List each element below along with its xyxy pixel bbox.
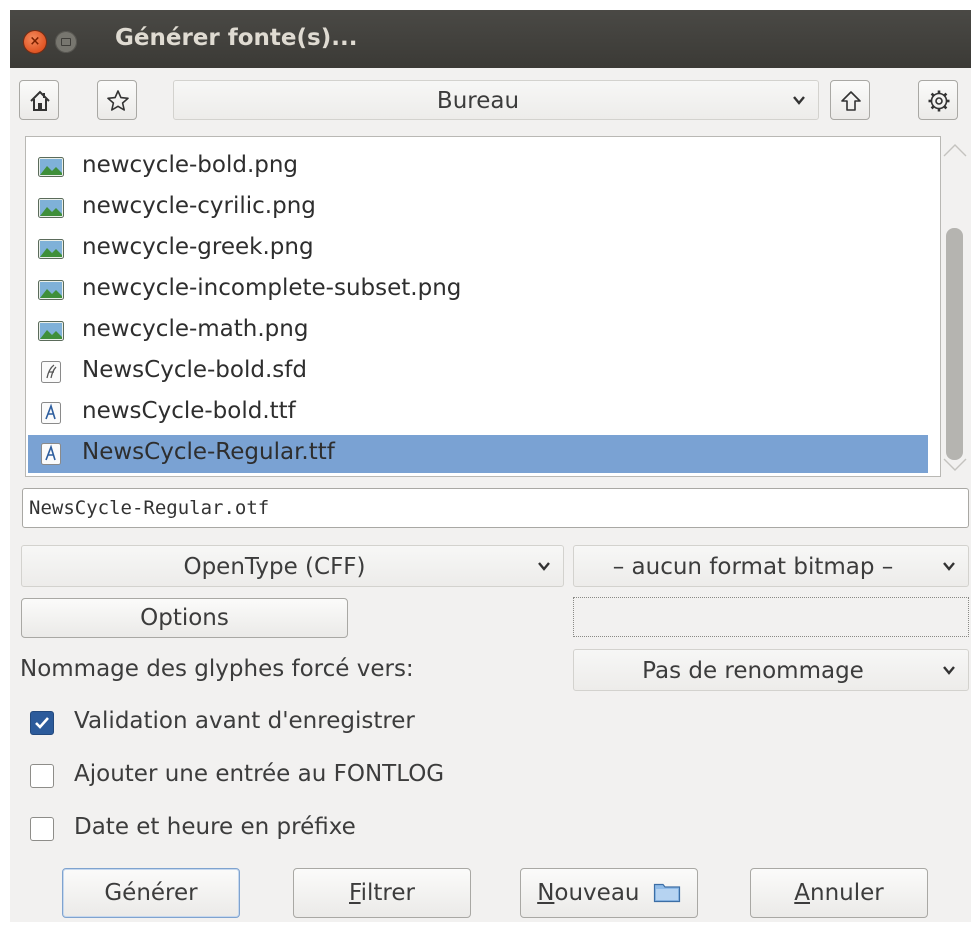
close-icon: × <box>29 34 41 49</box>
list-item[interactable]: newcycle-incomplete-subset.png <box>28 271 928 309</box>
checkmark-icon <box>35 717 49 729</box>
chevron-down-icon <box>943 666 955 675</box>
glyph-naming-value: Pas de renommage <box>642 658 864 684</box>
options-button[interactable]: Options <box>21 598 348 638</box>
title-bar: × Générer fonte(s)... <box>10 10 971 68</box>
arrow-up-icon <box>841 91 861 111</box>
scroll-down-arrow-icon[interactable] <box>941 454 969 474</box>
generate-fonts-dialog: × Générer fonte(s)... Bureau newcycle-bo… <box>10 10 971 922</box>
filename-input[interactable]: NewsCycle-Regular.otf <box>22 488 969 528</box>
glyph-naming-label: Nommage des glyphes forcé vers: <box>20 656 414 682</box>
font-format-select[interactable]: OpenType (CFF) <box>21 545 564 587</box>
image-file-icon <box>38 239 64 259</box>
file-name: NewsCycle-bold.sfd <box>82 357 307 383</box>
file-name: newcycle-math.png <box>82 316 309 342</box>
image-file-icon <box>38 321 64 341</box>
validate-before-save-label[interactable]: Validation avant d'enregistrer <box>74 708 415 734</box>
star-icon <box>107 90 129 111</box>
cancel-button[interactable]: Annuler <box>750 868 928 918</box>
chevron-down-icon <box>943 562 955 571</box>
validate-before-save-checkbox[interactable] <box>30 711 54 735</box>
image-file-icon <box>38 157 64 177</box>
list-item-selected[interactable]: NewsCycle-Regular.ttf <box>28 435 928 473</box>
sfd-file-icon <box>41 361 61 383</box>
location-value: Bureau <box>436 88 520 114</box>
image-file-icon <box>38 198 64 218</box>
list-item[interactable]: newsCycle-bold.ttf <box>28 394 928 432</box>
file-list[interactable]: newcycle-bold.png newcycle-cyrilic.png n… <box>25 136 941 477</box>
file-name: newcycle-cyrilic.png <box>82 193 316 219</box>
filter-mnemonic: F <box>349 880 361 906</box>
new-label: ouveau <box>554 880 640 906</box>
chevron-down-icon <box>793 96 805 105</box>
chevron-down-icon <box>538 562 550 571</box>
new-mnemonic: N <box>537 880 555 906</box>
new-folder-button[interactable]: Nouveau <box>520 868 698 918</box>
generate-button[interactable]: Générer <box>62 868 240 918</box>
bitmap-format-value: – aucun format bitmap – <box>612 554 894 580</box>
window-title: Générer fonte(s)... <box>115 25 358 51</box>
bitmap-format-select[interactable]: – aucun format bitmap – <box>573 545 969 587</box>
font-file-icon <box>41 443 61 465</box>
list-item[interactable]: newcycle-math.png <box>28 312 928 350</box>
list-item[interactable]: newcycle-bold.png <box>28 148 928 186</box>
bookmark-button[interactable] <box>97 80 137 120</box>
parent-directory-button[interactable] <box>830 80 870 120</box>
home-button[interactable] <box>19 80 59 120</box>
bitmap-options-placeholder <box>573 597 969 637</box>
glyph-naming-select[interactable]: Pas de renommage <box>573 649 969 691</box>
file-list-scrollbar[interactable] <box>941 136 969 477</box>
location-select[interactable]: Bureau <box>173 80 819 120</box>
file-name: newcycle-bold.png <box>82 152 299 178</box>
font-format-value: OpenType (CFF) <box>183 554 366 580</box>
settings-button[interactable] <box>918 80 958 120</box>
cancel-mnemonic: A <box>794 880 810 906</box>
home-icon <box>30 90 50 111</box>
image-file-icon <box>38 280 64 300</box>
file-name: newcycle-incomplete-subset.png <box>82 275 462 301</box>
scrollbar-thumb[interactable] <box>946 228 963 460</box>
filter-button[interactable]: Filtrer <box>293 868 471 918</box>
list-item[interactable]: newcycle-greek.png <box>28 230 928 268</box>
list-item[interactable]: newcycle-cyrilic.png <box>28 189 928 227</box>
close-window-button[interactable]: × <box>24 31 46 53</box>
file-name: newsCycle-bold.ttf <box>82 398 296 424</box>
add-fontlog-entry-checkbox[interactable] <box>30 764 54 788</box>
font-file-icon <box>41 402 61 424</box>
scroll-up-arrow-icon[interactable] <box>941 140 969 160</box>
window-menu-icon <box>61 38 71 46</box>
gear-icon <box>928 90 950 112</box>
filter-label: iltrer <box>360 880 415 906</box>
date-time-prefix-checkbox[interactable] <box>30 817 54 841</box>
date-time-prefix-label[interactable]: Date et heure en préfixe <box>74 814 356 840</box>
file-name: newcycle-greek.png <box>82 234 314 260</box>
list-item[interactable]: NewsCycle-bold.sfd <box>28 353 928 391</box>
file-name: NewsCycle-Regular.ttf <box>82 439 335 465</box>
add-fontlog-entry-label[interactable]: Ajouter une entrée au FONTLOG <box>74 761 444 787</box>
folder-icon <box>653 883 680 903</box>
window-menu-button[interactable] <box>55 31 77 53</box>
cancel-label: nnuler <box>810 880 884 906</box>
